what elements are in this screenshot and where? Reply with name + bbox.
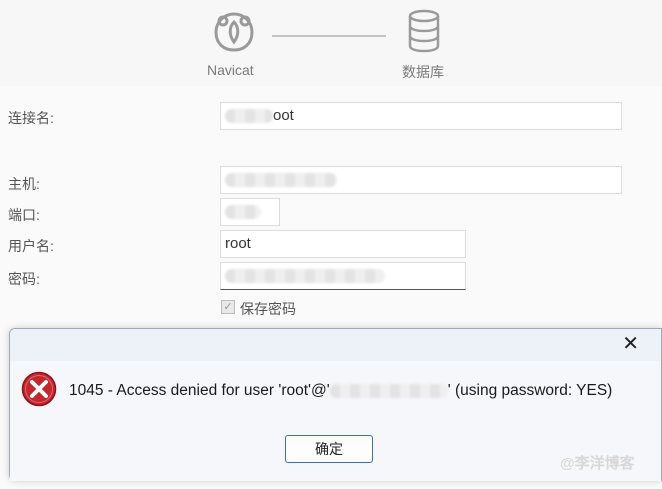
host-label: 主机: — [8, 176, 40, 192]
redacted-text — [329, 383, 448, 398]
database-caption: 数据库 — [402, 64, 444, 80]
port-field[interactable] — [220, 198, 280, 226]
host-field[interactable] — [220, 166, 622, 194]
database-icon — [408, 9, 440, 53]
ok-button[interactable]: 确定 — [285, 435, 373, 463]
error-message: 1045 - Access denied for user 'root'@' ' … — [69, 382, 612, 400]
error-icon — [21, 371, 57, 407]
redacted-text — [225, 205, 261, 220]
dialog-titlebar: ✕ — [10, 329, 661, 361]
error-message-suffix: ' (using password: YES) — [447, 382, 613, 399]
connection-name-field[interactable]: oot — [220, 102, 622, 130]
port-label: 端口: — [8, 207, 40, 223]
username-field[interactable]: root — [220, 230, 466, 258]
error-message-prefix: 1045 - Access denied for user 'root'@' — [69, 382, 330, 399]
save-password-checkbox[interactable]: ✓ — [221, 300, 235, 314]
connection-name-value: oot — [273, 107, 294, 124]
username-value: root — [225, 235, 251, 252]
close-icon[interactable]: ✕ — [622, 334, 639, 354]
redacted-text — [225, 269, 385, 284]
connector-line — [272, 35, 386, 37]
navicat-logo-icon — [214, 12, 254, 52]
navicat-caption: Navicat — [207, 62, 254, 78]
redacted-text — [225, 109, 273, 124]
username-label: 用户名: — [8, 238, 54, 254]
redacted-text — [225, 173, 337, 188]
connection-name-label: 连接名: — [8, 110, 54, 126]
save-password-label: 保存密码 — [240, 301, 296, 317]
password-field[interactable] — [220, 262, 466, 290]
watermark: @李洋博客 — [560, 455, 635, 472]
connection-header: Navicat 数据库 — [0, 0, 662, 86]
password-label: 密码: — [8, 271, 40, 287]
